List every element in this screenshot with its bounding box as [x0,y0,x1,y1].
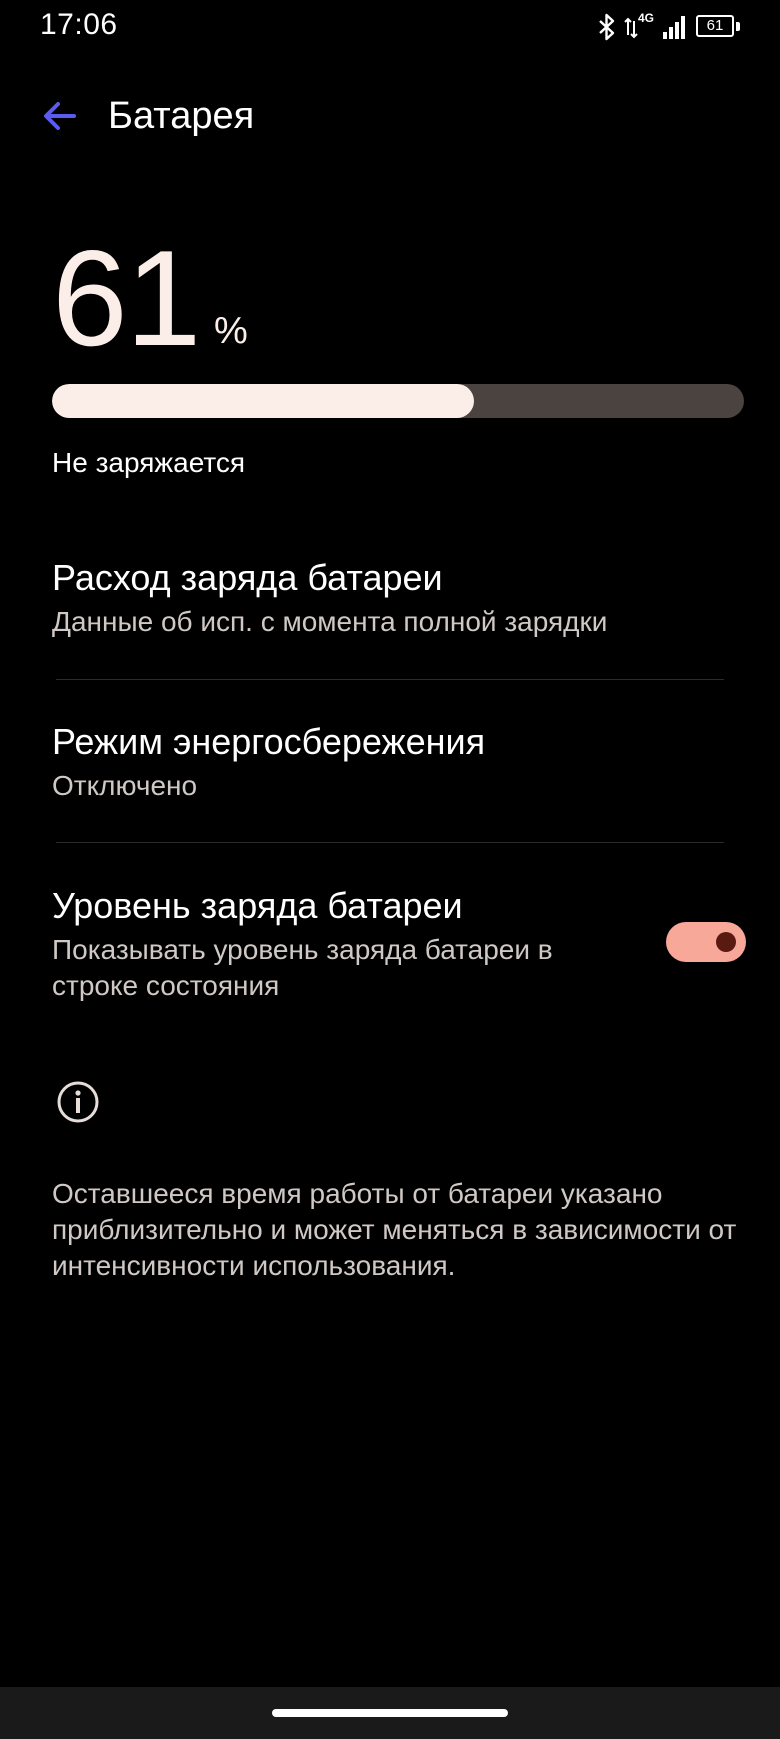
home-indicator[interactable] [272,1709,508,1717]
signal-icon [662,14,688,40]
charging-status: Не заряжается [52,447,246,478]
page-title: Батарея [108,95,255,137]
info-icon [56,1080,100,1124]
power-saving-item[interactable]: Режим энергосбережения Отключено [52,720,732,804]
battery-level-bar [52,384,744,418]
power-saving-subtitle: Отключено [52,770,198,801]
divider [56,842,724,843]
battery-level-fill [52,384,475,418]
battery-estimate-note: Оставшееся время работы от батареи указа… [52,1178,737,1281]
network-type-label: 4G [638,11,655,25]
battery-icon: 61 [696,15,740,39]
power-saving-title: Режим энергосбережения [52,721,486,762]
battery-level-subtitle: Показывать уровень заряда батареи в стро… [52,934,553,1001]
battery-percent-sign: % [214,310,248,352]
bluetooth-icon [598,13,616,41]
battery-usage-subtitle: Данные об исп. с момента полной зарядки [52,606,608,637]
battery-level-item[interactable]: Уровень заряда батареи Показывать уровен… [52,884,622,1004]
battery-level-toggle[interactable] [666,922,746,962]
battery-percent-display: 61 % [52,222,248,374]
back-button[interactable] [36,92,84,140]
data-arrows-icon: 4G [624,11,655,41]
battery-level-title: Уровень заряда батареи [52,885,463,926]
gesture-nav-bar [0,1687,780,1739]
battery-usage-title: Расход заряда батареи [52,557,443,598]
status-icons: 4G 61 [598,11,740,42]
divider [56,679,724,680]
status-time: 17:06 [40,8,118,41]
status-battery-level: 61 [706,17,724,34]
arrow-left-icon [44,102,76,130]
top-app-bar: Батарея [0,80,780,152]
battery-usage-item[interactable]: Расход заряда батареи Данные об исп. с м… [52,556,732,640]
toggle-knob [716,932,736,952]
status-bar: 17:06 4G 61 [0,0,780,56]
battery-percent-value: 61 [52,222,201,374]
